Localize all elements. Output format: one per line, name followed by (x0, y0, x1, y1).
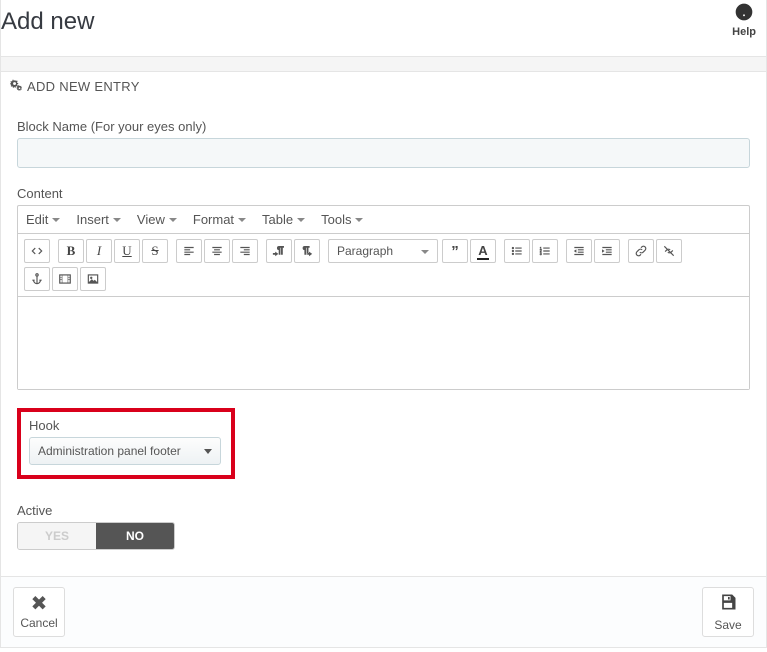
rich-text-editor: Edit Insert View Format Table Tools B I … (17, 205, 750, 390)
panel-heading: ADD NEW ENTRY (1, 72, 766, 101)
save-icon (718, 592, 738, 616)
caret-icon (297, 218, 305, 222)
ltr-button[interactable] (266, 239, 292, 263)
page-header: Add new Help (0, 0, 767, 57)
caret-icon (169, 218, 177, 222)
panel-body: Block Name (For your eyes only) Content … (1, 101, 766, 576)
menu-view[interactable]: View (137, 212, 177, 227)
block-format-value: Paragraph (337, 244, 393, 258)
link-button[interactable] (628, 239, 654, 263)
blockquote-button[interactable]: ” (442, 239, 468, 263)
caret-icon (421, 250, 429, 254)
block-name-label: Block Name (For your eyes only) (17, 119, 750, 134)
cancel-label: Cancel (20, 616, 57, 630)
strikethrough-button[interactable]: S (142, 239, 168, 263)
bullet-list-button[interactable] (504, 239, 530, 263)
save-button[interactable]: Save (702, 587, 754, 637)
field-active: Active YES NO (17, 503, 750, 550)
header-gap (0, 57, 767, 71)
gears-icon (9, 78, 23, 95)
hook-select[interactable]: Administration panel footer (29, 437, 221, 465)
menu-insert[interactable]: Insert (76, 212, 121, 227)
field-block-name: Block Name (For your eyes only) (17, 119, 750, 168)
panel-footer: ✖ Cancel Save (1, 576, 766, 647)
caret-icon (238, 218, 246, 222)
italic-button[interactable]: I (86, 239, 112, 263)
editor-toolbar: B I U S Paragraph (18, 234, 749, 297)
cancel-button[interactable]: ✖ Cancel (13, 587, 65, 637)
page-title: Add new (1, 8, 762, 36)
close-icon: ✖ (31, 594, 48, 614)
unlink-button[interactable] (656, 239, 682, 263)
toggle-yes[interactable]: YES (18, 523, 96, 549)
menu-tools[interactable]: Tools (321, 212, 363, 227)
caret-icon (355, 218, 363, 222)
media-button[interactable] (52, 267, 78, 291)
block-format-select[interactable]: Paragraph (328, 239, 438, 263)
hook-select-value: Administration panel footer (38, 444, 181, 458)
caret-icon (52, 218, 60, 222)
help-icon (732, 2, 756, 26)
help-label: Help (732, 26, 756, 38)
indent-button[interactable] (594, 239, 620, 263)
field-hook: Hook Administration panel footer (17, 408, 235, 479)
help-button[interactable]: Help (732, 2, 756, 38)
editor-content-area[interactable] (18, 297, 749, 389)
source-code-button[interactable] (24, 239, 50, 263)
caret-icon (113, 218, 121, 222)
numbered-list-button[interactable]: 123 (532, 239, 558, 263)
menu-format[interactable]: Format (193, 212, 246, 227)
align-center-button[interactable] (204, 239, 230, 263)
menu-edit[interactable]: Edit (26, 212, 60, 227)
block-name-input[interactable] (17, 138, 750, 168)
hook-label: Hook (29, 418, 223, 433)
anchor-button[interactable] (24, 267, 50, 291)
outdent-button[interactable] (566, 239, 592, 263)
rtl-button[interactable] (294, 239, 320, 263)
align-left-button[interactable] (176, 239, 202, 263)
save-label: Save (714, 618, 741, 632)
align-right-button[interactable] (232, 239, 258, 263)
underline-button[interactable]: U (114, 239, 140, 263)
panel-add-new-entry: ADD NEW ENTRY Block Name (For your eyes … (0, 71, 767, 648)
toggle-no[interactable]: NO (96, 523, 174, 549)
bold-button[interactable]: B (58, 239, 84, 263)
menu-table[interactable]: Table (262, 212, 305, 227)
svg-text:3: 3 (540, 252, 542, 256)
panel-heading-text: ADD NEW ENTRY (27, 79, 140, 94)
active-label: Active (17, 503, 750, 518)
image-button[interactable] (80, 267, 106, 291)
editor-menubar: Edit Insert View Format Table Tools (18, 206, 749, 234)
chevron-down-icon (204, 449, 212, 454)
text-color-button[interactable]: A (470, 239, 496, 263)
active-toggle[interactable]: YES NO (17, 522, 175, 550)
content-label: Content (17, 186, 750, 201)
field-content: Content Edit Insert View Format Table To… (17, 186, 750, 390)
